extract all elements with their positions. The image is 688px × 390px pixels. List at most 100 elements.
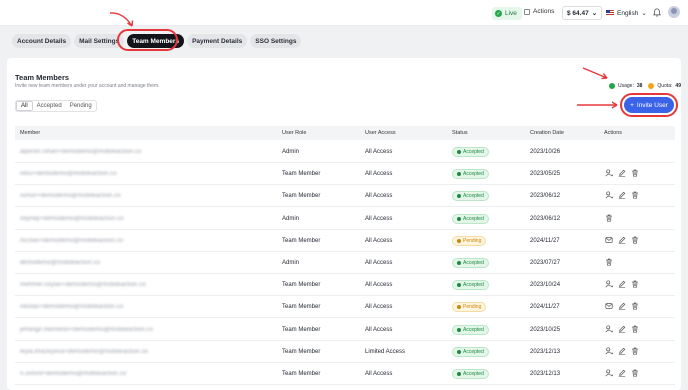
transfer-owner-icon[interactable]: [605, 347, 613, 355]
resend-invite-icon[interactable]: [605, 236, 613, 244]
delete-icon[interactable]: [631, 302, 639, 310]
check-icon: ✓: [495, 10, 502, 17]
row-actions: [605, 325, 639, 333]
delete-icon[interactable]: [631, 325, 639, 333]
language-label: English: [617, 9, 639, 17]
usage-dot-icon: [609, 83, 615, 89]
delete-icon[interactable]: [631, 369, 639, 377]
edit-icon[interactable]: [618, 191, 626, 200]
status-label: Accepted: [463, 171, 484, 178]
row-actions: [605, 347, 639, 355]
tab-sso-settings[interactable]: SSO Settings: [250, 34, 302, 48]
filter-all[interactable]: All: [16, 101, 33, 111]
column-member: Member: [20, 130, 41, 136]
tab-account-details[interactable]: Account Details: [12, 34, 72, 48]
delete-icon[interactable]: [631, 191, 639, 199]
actions-menu[interactable]: Actions: [524, 8, 554, 15]
status-dot-icon: [457, 261, 461, 265]
edit-icon[interactable]: [618, 169, 626, 177]
delete-icon[interactable]: [631, 347, 639, 355]
creation-date: 2023/06/12: [530, 215, 561, 222]
row-actions: [605, 236, 639, 244]
invite-user-button[interactable]: + Invite User: [624, 97, 674, 113]
transfer-owner-icon[interactable]: [605, 325, 613, 333]
edit-icon[interactable]: [618, 236, 626, 244]
member-email: demodemo@mobileaction.co: [20, 260, 101, 266]
user-role: Team Member: [282, 171, 321, 178]
transfer-owner-icon[interactable]: [605, 169, 613, 177]
column-actions: Actions: [604, 130, 623, 136]
creation-date: 2023/10/24: [530, 282, 561, 289]
creation-date: 2023/12/13: [530, 371, 561, 377]
filter-pending[interactable]: Pending: [66, 101, 96, 111]
member-email: zeynep+demodemo@mobileaction.co: [20, 215, 124, 222]
status-dot-icon: [457, 194, 461, 199]
user-role: Admin: [282, 215, 300, 222]
annotation-arrow-icon: [577, 101, 618, 109]
edit-icon[interactable]: [618, 302, 626, 311]
user-role: Team Member: [282, 348, 321, 355]
edit-icon[interactable]: [618, 369, 626, 377]
edit-icon[interactable]: [618, 325, 626, 333]
status-badge: Accepted: [452, 147, 489, 157]
table-row: jehangir.memeton+demodemo@mobileaction.c…: [15, 319, 675, 341]
filter-accepted[interactable]: Accepted: [33, 101, 66, 111]
tab-payment-details[interactable]: Payment Details: [187, 34, 248, 48]
annotation-circle-tabs: [117, 29, 178, 51]
delete-icon[interactable]: [631, 280, 639, 288]
delete-icon[interactable]: [605, 214, 613, 222]
transfer-owner-icon[interactable]: [605, 280, 613, 288]
chevron-down-icon: ⌄: [641, 10, 647, 17]
row-actions: [605, 369, 639, 377]
user-role: Team Member: [282, 282, 321, 289]
edit-icon[interactable]: [618, 280, 626, 288]
row-actions: [605, 302, 639, 311]
column-user-role: User Role: [282, 130, 307, 136]
avatar[interactable]: [668, 6, 680, 18]
status-dot-icon: [457, 327, 461, 332]
creation-date: 2023/10/26: [530, 149, 561, 155]
balance-dropdown[interactable]: $ 64.47 ⌄: [562, 6, 603, 20]
status-label: Accepted: [463, 149, 484, 155]
usage-value: 38: [636, 83, 643, 89]
status-badge: Accepted: [452, 346, 489, 357]
creation-date: 2023/12/13: [530, 348, 561, 355]
invite-user-label: Invite User: [636, 101, 668, 109]
delete-icon[interactable]: [631, 236, 639, 244]
status-badge: Accepted: [452, 191, 489, 202]
status-filter: All Accepted Pending: [15, 100, 97, 112]
table-row: nikolas+demodemo@mobileaction.co Team Mem…: [15, 296, 675, 319]
user-role: Admin: [282, 149, 300, 155]
resend-invite-icon[interactable]: [605, 302, 613, 310]
status-label: Accepted: [463, 326, 484, 333]
language-dropdown[interactable]: English ⌄: [602, 6, 651, 20]
annotation-arrow-icon: [109, 12, 134, 27]
balance-value: $ 64.47: [567, 9, 589, 17]
user-access: Limited Access: [365, 348, 406, 355]
quota-dot-icon: [648, 83, 655, 89]
row-actions: [605, 258, 613, 266]
status-badge: Pending: [452, 302, 487, 313]
edit-icon[interactable]: [618, 347, 626, 355]
transfer-owner-icon[interactable]: [605, 191, 613, 199]
status-badge: Accepted: [452, 169, 489, 180]
status-dot-icon: [457, 372, 461, 376]
member-email: n.oxford+demodemo@mobileaction.co: [20, 371, 127, 377]
member-email: alperen.nihan+demodemo@mobileaction.co: [20, 149, 142, 155]
delete-icon[interactable]: [631, 169, 639, 177]
status-badge: Accepted: [452, 369, 489, 379]
row-actions: [605, 169, 639, 177]
status-label: Accepted: [463, 282, 484, 289]
usage-label: Usage:: [618, 83, 634, 89]
status-label: Accepted: [463, 193, 484, 200]
row-actions: [605, 191, 639, 200]
status-dot-icon: [457, 150, 461, 154]
live-label: Live: [505, 10, 517, 17]
plus-icon: +: [630, 101, 634, 109]
delete-icon[interactable]: [605, 258, 613, 266]
user-access: All Access: [365, 282, 393, 289]
status-badge: Accepted: [452, 213, 489, 224]
bell-icon[interactable]: [653, 8, 661, 17]
transfer-owner-icon[interactable]: [605, 369, 613, 377]
live-toggle[interactable]: ✓ Live: [492, 7, 522, 20]
